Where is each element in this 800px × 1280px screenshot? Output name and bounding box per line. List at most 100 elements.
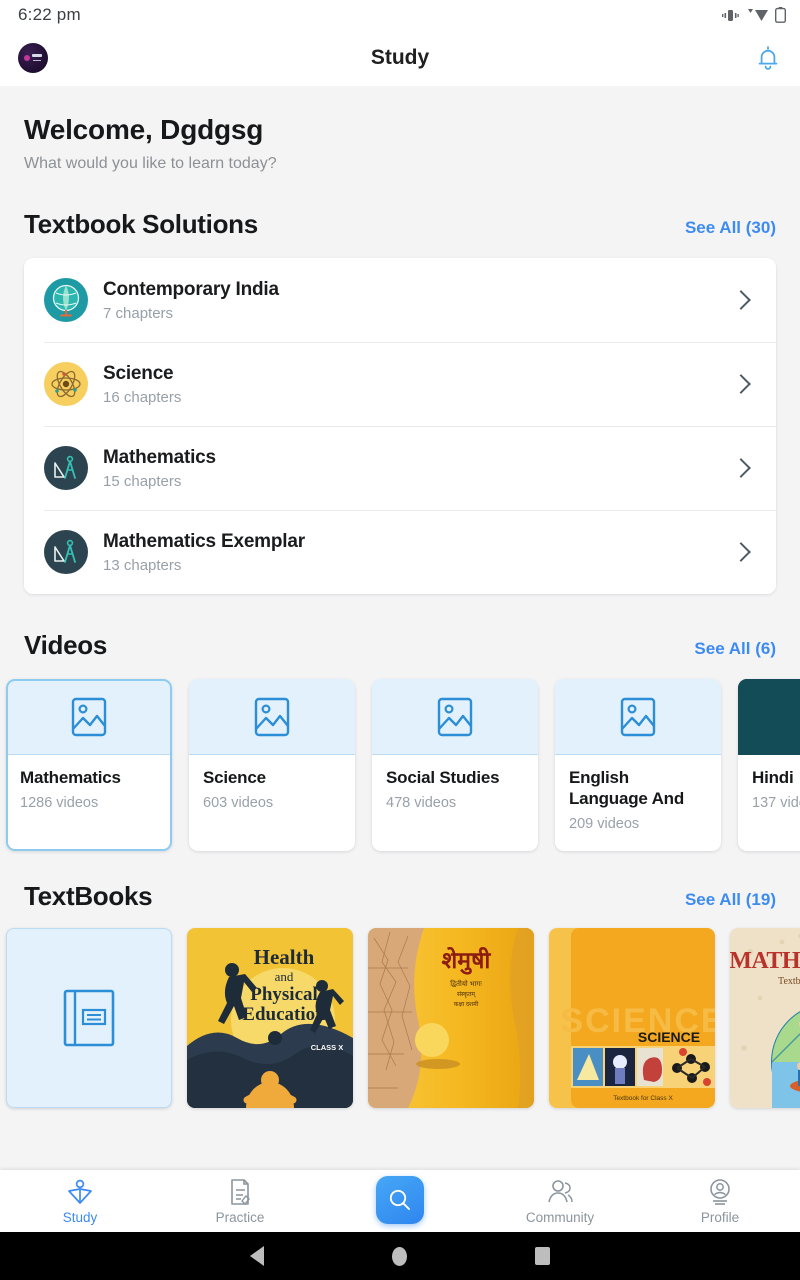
video-card-title: Mathematics [20, 768, 121, 787]
nav-label: Community [525, 1210, 595, 1225]
list-item[interactable]: Contemporary India 7 chapters [24, 258, 776, 342]
back-icon[interactable] [250, 1246, 264, 1266]
welcome-heading: Welcome, Dgdgsg [24, 114, 264, 145]
svg-text:Textbook for Class X: Textbook for Class X [613, 1095, 673, 1102]
svg-text:संस्कृतम्: संस्कृतम् [457, 991, 476, 998]
bottom-navigation: Study Practice Community Profile [0, 1170, 800, 1232]
section-title-videos: Videos [24, 630, 107, 660]
avatar[interactable] [18, 43, 48, 73]
welcome-subtitle: What would you like to learn today? [24, 155, 277, 172]
nav-label: Practice [215, 1210, 265, 1225]
chevron-right-icon [731, 290, 751, 310]
list-item[interactable]: Mathematics Exemplar 13 chapters [24, 510, 776, 594]
globe-icon [44, 278, 88, 322]
video-card-title: Hindi [752, 768, 794, 787]
recents-icon[interactable] [535, 1247, 550, 1265]
scroll-content[interactable]: Welcome, Dgdgsg What would you like to l… [0, 86, 800, 1160]
image-placeholder-icon [555, 679, 721, 755]
list-item-title: Mathematics Exemplar [103, 530, 305, 552]
list-item-title: Mathematics [103, 446, 216, 468]
video-card-title: Social Studies [386, 768, 500, 787]
nav-item-practice[interactable]: Practice [160, 1177, 320, 1225]
book-placeholder-icon [63, 989, 115, 1047]
svg-text:Education: Education [242, 1004, 326, 1025]
see-all-textbook-solutions[interactable]: See All (30) [685, 218, 776, 238]
list-item-subtitle: 7 chapters [103, 304, 174, 322]
nav-item-study[interactable]: Study [0, 1177, 160, 1225]
svg-text:SCIENCE: SCIENCE [638, 1029, 700, 1045]
video-card-count: 137 videos [752, 795, 800, 812]
nav-item-search[interactable] [320, 1175, 480, 1227]
system-navigation-bar [0, 1232, 800, 1280]
battery-icon [775, 7, 786, 23]
bell-icon[interactable] [756, 45, 780, 71]
svg-text:शेमुषी: शेमुषी [442, 946, 492, 975]
videos-header: Videos See All (6) [0, 630, 800, 661]
textbooks-header: TextBooks See All (19) [0, 881, 800, 912]
status-bar: 6:22 pm [0, 0, 800, 30]
svg-text:MATHEMATICS: MATHEMATICS [730, 948, 800, 974]
page-title: Study [370, 46, 430, 69]
video-card-count: 209 videos [569, 816, 640, 833]
atom-icon [44, 362, 88, 406]
textbook-card[interactable]: Health and Physical Education CLASS X [187, 928, 353, 1108]
home-icon[interactable] [392, 1246, 407, 1266]
see-all-videos[interactable]: See All (6) [694, 639, 776, 659]
profile-icon [710, 1179, 730, 1205]
section-title-textbook-solutions: Textbook Solutions [24, 209, 258, 239]
photo-thumbnail [738, 679, 800, 755]
video-card[interactable]: Science 603 videos [189, 679, 355, 851]
welcome-block: Welcome, Dgdgsg What would you like to l… [0, 86, 800, 173]
see-all-textbooks[interactable]: See All (19) [685, 890, 776, 910]
video-card-count: 1286 videos [20, 795, 99, 812]
video-card-count: 603 videos [203, 795, 274, 812]
svg-text:Textbook For Class X: Textbook For Class X [778, 976, 800, 987]
textbook-card[interactable]: शेमुषी द्वितीयो भागः संस्कृतम् कक्षा दशम… [368, 928, 534, 1108]
chevron-right-icon [731, 542, 751, 562]
compass-icon [44, 530, 88, 574]
videos-carousel[interactable]: Mathematics 1286 videos Science 603 vide… [0, 679, 800, 851]
list-item[interactable]: Science 16 chapters [24, 342, 776, 426]
textbook-card[interactable]: MATHEMATICS Textbook For Class X Going b… [730, 928, 800, 1108]
svg-text:Health: Health [254, 945, 315, 969]
chevron-right-icon [731, 374, 751, 394]
health-physical-education-cover: Health and Physical Education CLASS X [187, 928, 353, 1108]
vibrate-icon [722, 9, 739, 21]
video-card-title: English Language And [569, 768, 685, 809]
practice-icon [231, 1179, 250, 1206]
app-bar: Study [0, 30, 800, 86]
nav-label: Profile [700, 1210, 740, 1225]
science-textbook-cover: SCIENCE SCIENCE Textbook for Class X [549, 928, 715, 1108]
svg-text:CLASS X: CLASS X [311, 1043, 344, 1052]
video-card[interactable]: Mathematics 1286 videos [6, 679, 172, 851]
textbook-card[interactable] [6, 928, 172, 1108]
list-item-subtitle: 15 chapters [103, 472, 182, 490]
wifi-icon [748, 8, 768, 21]
svg-text:द्वितीयो भागः: द्वितीयो भागः [450, 979, 482, 988]
list-item-title: Science [103, 362, 174, 384]
list-item-subtitle: 16 chapters [103, 388, 182, 406]
list-item-title: Contemporary India [103, 278, 279, 300]
video-card[interactable]: Hindi 137 videos [738, 679, 800, 851]
nav-item-profile[interactable]: Profile [640, 1177, 800, 1225]
video-card-title: Science [203, 768, 266, 787]
nav-label: Study [62, 1210, 98, 1225]
svg-text:and: and [275, 969, 294, 984]
textbooks-carousel[interactable]: Health and Physical Education CLASS X शे… [0, 928, 800, 1108]
study-icon [68, 1179, 92, 1204]
textbook-card[interactable]: SCIENCE SCIENCE Textbook for Class X [549, 928, 715, 1108]
textbook-solutions-header: Textbook Solutions See All (30) [0, 209, 800, 240]
status-icons [722, 7, 786, 23]
video-card[interactable]: English Language And 209 videos [555, 679, 721, 851]
video-card-count: 478 videos [386, 795, 457, 812]
nav-item-community[interactable]: Community [480, 1177, 640, 1225]
list-item-subtitle: 13 chapters [103, 556, 182, 574]
list-item[interactable]: Mathematics 15 chapters [24, 426, 776, 510]
search-fab-button[interactable] [376, 1175, 424, 1224]
textbook-solutions-list: Contemporary India 7 chapters Science 16… [24, 258, 776, 594]
shemushi-sanskrit-cover: शेमुषी द्वितीयो भागः संस्कृतम् कक्षा दशम… [368, 928, 534, 1108]
image-placeholder-icon [189, 679, 355, 755]
search-icon [389, 1189, 410, 1210]
status-time: 6:22 pm [18, 5, 81, 24]
video-card[interactable]: Social Studies 478 videos [372, 679, 538, 851]
